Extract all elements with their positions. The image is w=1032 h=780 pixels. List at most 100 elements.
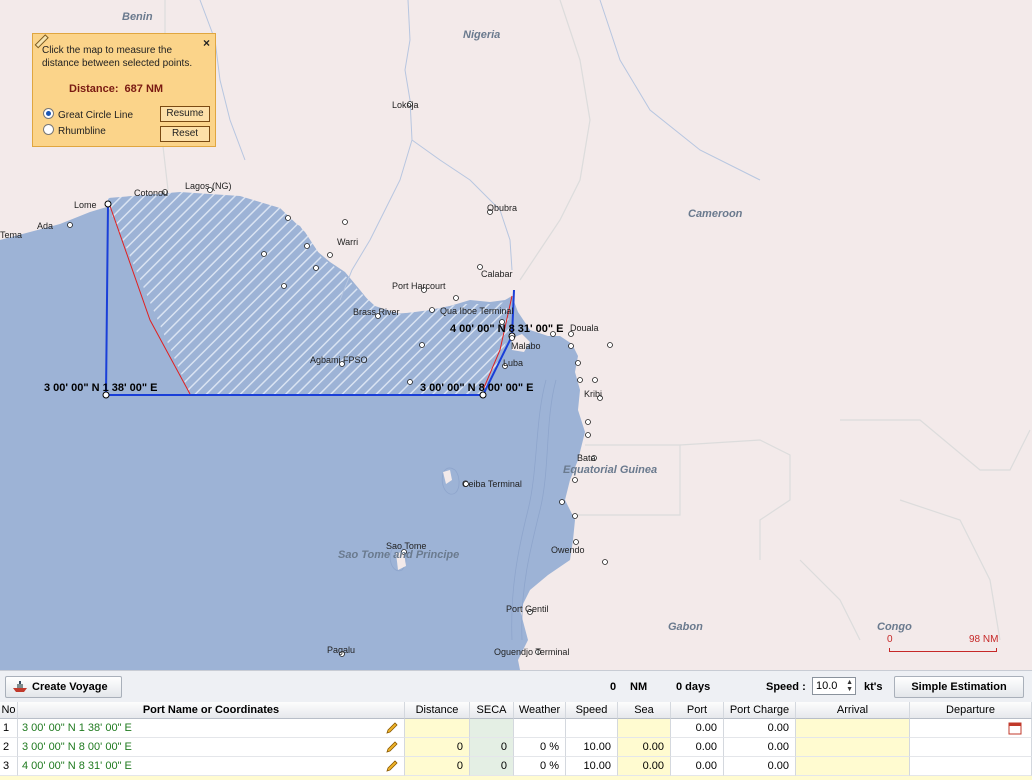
resume-button[interactable]: Resume xyxy=(160,106,210,122)
pencil-icon[interactable] xyxy=(385,760,398,773)
waypoint-2-label: 3 00' 00" N 8 00' 00" E xyxy=(420,382,534,394)
table-header: No Port Name or Coordinates Distance SEC… xyxy=(0,702,1032,719)
scale-start: 0 xyxy=(887,634,893,645)
cell-port-name[interactable]: 3 00' 00" N 8 00' 00" E xyxy=(18,738,405,757)
place-label: Malabo xyxy=(511,341,541,351)
place-label: Douala xyxy=(570,323,599,333)
reset-button[interactable]: Reset xyxy=(160,126,210,142)
cell-speed[interactable]: 10.00 xyxy=(566,738,618,757)
cell-sea: 0.00 xyxy=(618,738,671,757)
lome-route-start-marker[interactable] xyxy=(104,200,112,208)
col-header-sea[interactable]: Sea xyxy=(618,702,671,719)
radio-selected-icon xyxy=(43,108,54,119)
cell-sea: 0.00 xyxy=(618,757,671,776)
cell-departure[interactable] xyxy=(910,738,1032,757)
cell-weather[interactable] xyxy=(514,719,566,738)
simple-estimation-button[interactable]: Simple Estimation xyxy=(894,676,1024,698)
cell-weather[interactable]: 0 % xyxy=(514,757,566,776)
cell-speed[interactable]: 10.00 xyxy=(566,757,618,776)
col-header-port[interactable]: Port Name or Coordinates xyxy=(18,702,405,719)
place-label: Cotonou xyxy=(134,188,168,198)
cell-port-charge[interactable]: 0.00 xyxy=(724,757,796,776)
speed-label: Speed : xyxy=(766,681,806,693)
total-days: 0 days xyxy=(676,681,711,693)
voyage-toolbar: Create Voyage 0 NM 0 days Speed : 10.0 ▲… xyxy=(0,670,1032,703)
rhumbline-radio[interactable]: Rhumbline xyxy=(43,124,173,138)
great-circle-radio[interactable]: Great Circle Line xyxy=(43,108,173,122)
voyage-table: No Port Name or Coordinates Distance SEC… xyxy=(0,702,1032,780)
place-label: Warri xyxy=(337,237,358,247)
ruler-icon xyxy=(34,34,49,49)
speed-input[interactable]: 10.0 ▲ ▼ xyxy=(812,677,856,695)
cell-port-name[interactable]: 4 00' 00" N 8 31' 00" E xyxy=(18,757,405,776)
col-header-no[interactable]: No xyxy=(0,702,18,719)
place-label: Owendo xyxy=(551,545,585,555)
speed-spinner-icon[interactable]: ▲ ▼ xyxy=(846,679,853,693)
cell-port-charge[interactable]: 0.00 xyxy=(724,738,796,757)
place-label: Obubra xyxy=(487,203,517,213)
country-label-equatorial-guinea: Equatorial Guinea xyxy=(563,464,657,476)
cell-arrival[interactable] xyxy=(796,738,910,757)
scale-end: 98 NM xyxy=(969,634,999,645)
place-label: Sao Tome xyxy=(386,541,426,551)
cell-no: 1 xyxy=(0,719,18,738)
radio-unselected-icon xyxy=(43,124,54,135)
cell-port[interactable]: 0.00 xyxy=(671,719,724,738)
table-row[interactable]: 3 4 00' 00" N 8 31' 00" E 0 0 0 % 10.00 … xyxy=(0,757,1032,776)
table-row[interactable]: 1 3 00' 00" N 1 38' 00" E 0.00 0.00 xyxy=(0,719,1032,738)
pencil-icon[interactable] xyxy=(385,741,398,754)
col-header-weather[interactable]: Weather xyxy=(514,702,566,719)
cell-speed[interactable] xyxy=(566,719,618,738)
cell-distance[interactable]: 0 xyxy=(405,738,470,757)
total-distance: 0 xyxy=(610,681,617,693)
col-header-departure[interactable]: Departure xyxy=(910,702,1032,719)
place-label: Port Harcourt xyxy=(392,281,446,291)
cell-distance[interactable] xyxy=(405,719,470,738)
calendar-icon[interactable] xyxy=(1008,721,1022,735)
col-header-speed[interactable]: Speed xyxy=(566,702,618,719)
place-label: Ada xyxy=(37,221,53,231)
place-label: Oguendjo Terminal xyxy=(494,647,569,657)
measure-panel: Click the map to measure the distance be… xyxy=(32,33,216,147)
place-label: Calabar xyxy=(481,269,513,279)
great-circle-label: Great Circle Line xyxy=(58,110,134,121)
cell-seca: 0 xyxy=(470,738,514,757)
pencil-icon[interactable] xyxy=(385,722,398,735)
cell-distance[interactable]: 0 xyxy=(405,757,470,776)
col-header-port-charge[interactable]: Port Charge xyxy=(724,702,796,719)
place-label: Luba xyxy=(503,358,523,368)
create-voyage-button[interactable]: Create Voyage xyxy=(5,676,122,698)
map-canvas[interactable]: Benin Nigeria Cameroon Equatorial Guinea… xyxy=(0,0,1032,670)
col-header-arrival[interactable]: Arrival xyxy=(796,702,910,719)
cell-port-name[interactable]: 3 00' 00" N 1 38' 00" E xyxy=(18,719,405,738)
cell-weather[interactable]: 0 % xyxy=(514,738,566,757)
col-header-seca[interactable]: SECA xyxy=(470,702,514,719)
cell-port[interactable]: 0.00 xyxy=(671,738,724,757)
cell-arrival[interactable] xyxy=(796,719,910,738)
scale-bar: 0 98 NM xyxy=(887,634,999,658)
col-header-port-days[interactable]: Port xyxy=(671,702,724,719)
table-row[interactable]: 2 3 00' 00" N 8 00' 00" E 0 0 0 % 10.00 … xyxy=(0,738,1032,757)
country-label-cameroon: Cameroon xyxy=(688,208,743,220)
measure-hint: Click the map to measure the distance be… xyxy=(42,45,193,69)
waypoint-1-label: 3 00' 00" N 1 38' 00" E xyxy=(44,382,158,394)
ship-icon xyxy=(13,681,27,692)
col-header-distance[interactable]: Distance xyxy=(405,702,470,719)
create-voyage-label: Create Voyage xyxy=(32,681,108,693)
cell-port[interactable]: 0.00 xyxy=(671,757,724,776)
speed-unit: kt's xyxy=(864,681,883,693)
cell-port-charge[interactable]: 0.00 xyxy=(724,719,796,738)
cell-no: 3 xyxy=(0,757,18,776)
close-icon[interactable]: × xyxy=(203,36,210,50)
place-label: Lagos (NG) xyxy=(185,181,232,191)
place-label: Lome xyxy=(74,200,97,210)
place-label: Port Gentil xyxy=(506,604,549,614)
cell-arrival[interactable] xyxy=(796,757,910,776)
scale-line xyxy=(889,648,997,652)
cell-sea xyxy=(618,719,671,738)
speed-value: 10.0 xyxy=(816,680,838,692)
cell-seca xyxy=(470,719,514,738)
cell-seca: 0 xyxy=(470,757,514,776)
distance-readout: Distance: 687 NM xyxy=(69,83,163,95)
cell-departure[interactable] xyxy=(910,757,1032,776)
